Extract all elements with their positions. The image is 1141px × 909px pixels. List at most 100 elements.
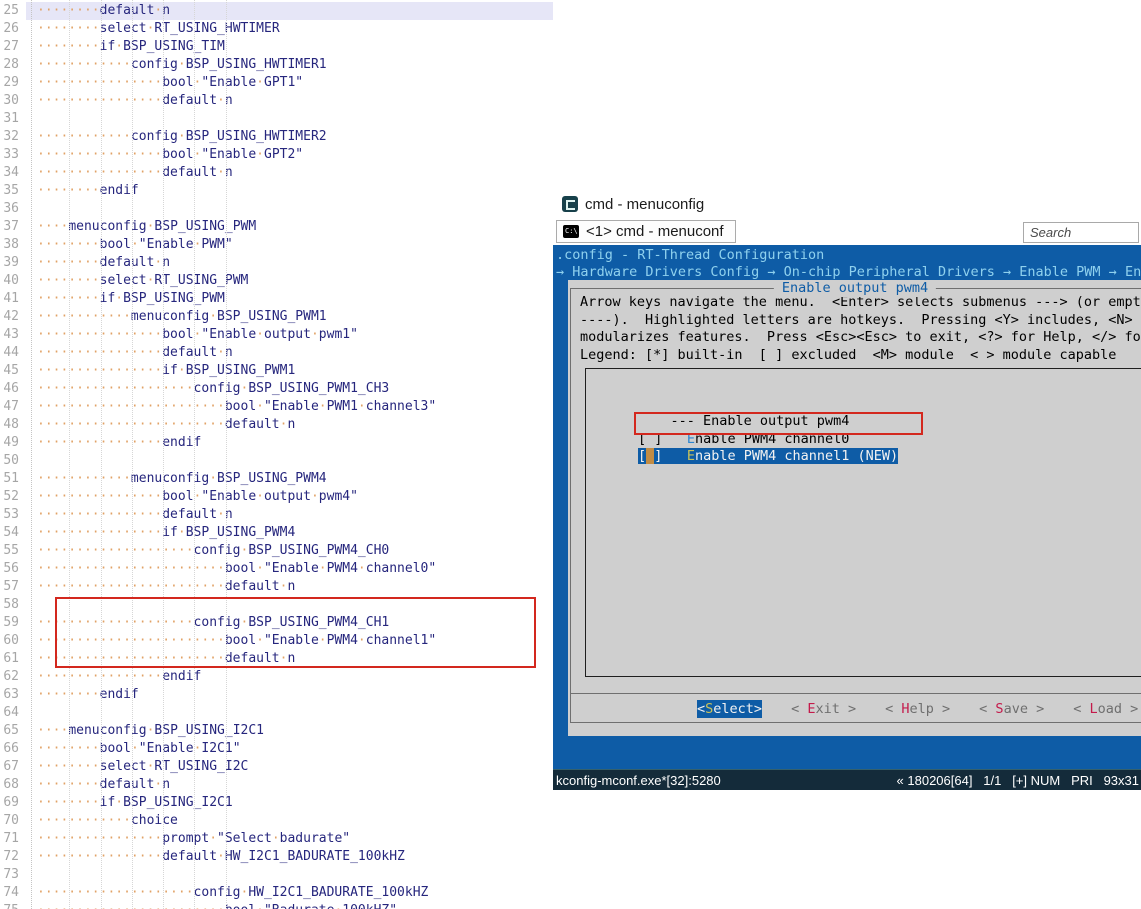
code-line[interactable]: 45················if·BSP_USING_PWM1	[0, 362, 553, 380]
line-number: 52	[0, 488, 26, 506]
line-number: 48	[0, 416, 26, 434]
code-line[interactable]: 44················default·n	[0, 344, 553, 362]
line-number: 74	[0, 884, 26, 902]
line-number: 39	[0, 254, 26, 272]
dialog-button[interactable]: < Load >	[1073, 700, 1138, 718]
code-line[interactable]: 30················default·n	[0, 92, 553, 110]
tab-bar: <1> cmd - menuconf	[553, 218, 1141, 245]
code-line[interactable]: 59····················config·BSP_USING_P…	[0, 614, 553, 632]
code-line[interactable]: 39········default·n	[0, 254, 553, 272]
code-line[interactable]: 75························bool·"Badurate…	[0, 902, 553, 909]
dialog-button[interactable]: < Save >	[979, 700, 1044, 718]
code-line[interactable]: 65····menuconfig·BSP_USING_I2C1	[0, 722, 553, 740]
line-number: 69	[0, 794, 26, 812]
dialog-button[interactable]: < Exit >	[791, 700, 856, 718]
line-number: 31	[0, 110, 26, 128]
code-editor[interactable]: 25········default·n26········select·RT_U…	[0, 0, 553, 909]
line-number: 75	[0, 902, 26, 909]
console-tab[interactable]: <1> cmd - menuconf	[556, 220, 736, 243]
code-line[interactable]: 71················prompt·"Select·badurat…	[0, 830, 553, 848]
code-line[interactable]: 58	[0, 596, 553, 614]
line-number: 45	[0, 362, 26, 380]
code-line[interactable]: 56························bool·"Enable·P…	[0, 560, 553, 578]
dialog-button[interactable]: <Select>	[697, 700, 762, 718]
code-line[interactable]: 66········bool·"Enable·I2C1"	[0, 740, 553, 758]
dialog-button[interactable]: < Help >	[885, 700, 950, 718]
code-line[interactable]: 25········default·n	[0, 2, 553, 20]
line-number: 62	[0, 668, 26, 686]
code-line[interactable]: 63········endif	[0, 686, 553, 704]
tab-label: <1> cmd - menuconf	[586, 223, 724, 240]
status-process: kconfig-mconf.exe*[32]:5280	[556, 773, 721, 788]
window-title: cmd - menuconfig	[585, 196, 704, 213]
code-line[interactable]: 38········bool·"Enable·PWM"	[0, 236, 553, 254]
conemu-app-icon	[562, 196, 578, 212]
code-line[interactable]: 34················default·n	[0, 164, 553, 182]
code-line[interactable]: 33················bool·"Enable·GPT2"	[0, 146, 553, 164]
code-line[interactable]: 32············config·BSP_USING_HWTIMER2	[0, 128, 553, 146]
code-line[interactable]: 53················default·n	[0, 506, 553, 524]
menu-list: --- Enable output pwm4[ ] Enable PWM4 ch…	[586, 401, 1141, 466]
line-number: 30	[0, 92, 26, 110]
menuconfig-dialog: Enable output pwm4 Arrow keys navigate t…	[568, 280, 1141, 736]
code-line[interactable]: 74····················config·HW_I2C1_BAD…	[0, 884, 553, 902]
menu-item[interactable]: [ ] Enable PWM4 channel1 (NEW)	[638, 448, 1141, 466]
line-number: 60	[0, 632, 26, 650]
code-line[interactable]: 42············menuconfig·BSP_USING_PWM1	[0, 308, 553, 326]
line-number: 44	[0, 344, 26, 362]
code-line[interactable]: 41········if·BSP_USING_PWM	[0, 290, 553, 308]
code-line[interactable]: 62················endif	[0, 668, 553, 686]
code-line[interactable]: 26········select·RT_USING_HWTIMER	[0, 20, 553, 38]
menu-item[interactable]: [ ] Enable PWM4 channel0	[638, 431, 1141, 449]
line-number: 47	[0, 398, 26, 416]
code-line[interactable]: 29················bool·"Enable·GPT1"	[0, 74, 553, 92]
code-line[interactable]: 72················default·HW_I2C1_BADURA…	[0, 848, 553, 866]
code-line[interactable]: 51············menuconfig·BSP_USING_PWM4	[0, 470, 553, 488]
line-number: 70	[0, 812, 26, 830]
line-number: 36	[0, 200, 26, 218]
line-number: 49	[0, 434, 26, 452]
line-number: 64	[0, 704, 26, 722]
line-number: 58	[0, 596, 26, 614]
code-line[interactable]: 27········if·BSP_USING_TIM	[0, 38, 553, 56]
code-line[interactable]: 49················endif	[0, 434, 553, 452]
code-line[interactable]: 31	[0, 110, 553, 128]
code-line[interactable]: 50	[0, 452, 553, 470]
code-line[interactable]: 68········default·n	[0, 776, 553, 794]
code-line[interactable]: 47························bool·"Enable·P…	[0, 398, 553, 416]
line-number: 41	[0, 290, 26, 308]
code-line[interactable]: 46····················config·BSP_USING_P…	[0, 380, 553, 398]
code-line[interactable]: 55····················config·BSP_USING_P…	[0, 542, 553, 560]
code-line[interactable]: 36	[0, 200, 553, 218]
code-line[interactable]: 64	[0, 704, 553, 722]
code-line[interactable]: 48························default·n	[0, 416, 553, 434]
code-lines[interactable]: 25········default·n26········select·RT_U…	[0, 2, 553, 909]
line-number: 27	[0, 38, 26, 56]
menu-item[interactable]: --- Enable output pwm4	[638, 413, 1141, 431]
code-line[interactable]: 28············config·BSP_USING_HWTIMER1	[0, 56, 553, 74]
code-line[interactable]: 37····menuconfig·BSP_USING_PWM	[0, 218, 553, 236]
line-number: 66	[0, 740, 26, 758]
code-line[interactable]: 61························default·n	[0, 650, 553, 668]
code-line[interactable]: 73	[0, 866, 553, 884]
cmd-icon	[563, 225, 579, 238]
code-line[interactable]: 40········select·RT_USING_PWM	[0, 272, 553, 290]
dialog-title: Enable output pwm4	[774, 280, 936, 297]
line-number: 54	[0, 524, 26, 542]
code-line[interactable]: 43················bool·"Enable·output·pw…	[0, 326, 553, 344]
dialog-help: Arrow keys navigate the menu. <Enter> se…	[580, 294, 1141, 364]
code-line[interactable]: 57························default·n	[0, 578, 553, 596]
code-line[interactable]: 70············choice	[0, 812, 553, 830]
code-line[interactable]: 52················bool·"Enable·output·pw…	[0, 488, 553, 506]
code-line[interactable]: 69········if·BSP_USING_I2C1	[0, 794, 553, 812]
line-number: 63	[0, 686, 26, 704]
line-number: 28	[0, 56, 26, 74]
code-line[interactable]: 60························bool·"Enable·P…	[0, 632, 553, 650]
code-line[interactable]: 67········select·RT_USING_I2C	[0, 758, 553, 776]
search-input[interactable]	[1023, 222, 1139, 243]
button-separator	[570, 693, 1141, 694]
line-number: 53	[0, 506, 26, 524]
code-line[interactable]: 35········endif	[0, 182, 553, 200]
console-area: .config - RT-Thread Configuration→ Hardw…	[553, 245, 1141, 769]
code-line[interactable]: 54················if·BSP_USING_PWM4	[0, 524, 553, 542]
